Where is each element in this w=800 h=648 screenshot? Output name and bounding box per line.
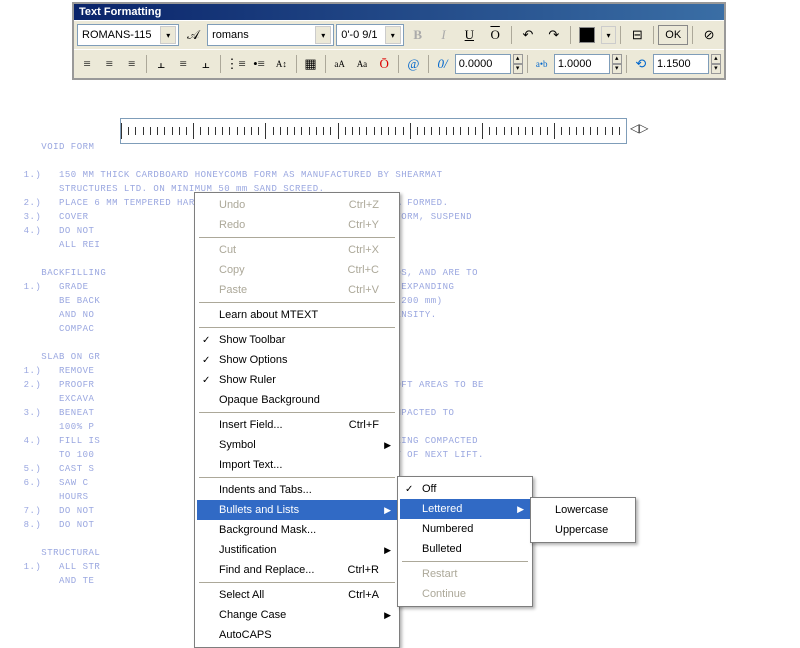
spinner[interactable]: ▴▾: [612, 54, 622, 74]
uppercase-button[interactable]: A↕: [271, 52, 291, 76]
menu-select-all[interactable]: Select AllCtrl+A: [197, 585, 397, 605]
submenu-lettered[interactable]: Lettered▶: [400, 499, 530, 519]
submenu-lettered: Lowercase Uppercase: [530, 497, 636, 543]
menu-justification[interactable]: Justification▶: [197, 540, 397, 560]
align-bottom-button[interactable]: ⫠: [195, 52, 215, 76]
align-top-button[interactable]: ⫠: [151, 52, 171, 76]
bullet-list-button[interactable]: •≡: [249, 52, 269, 76]
options-button[interactable]: ⊘: [697, 23, 721, 47]
redo-button[interactable]: ↷: [542, 23, 566, 47]
style-combo[interactable]: ROMANS-115 ▾: [77, 24, 179, 46]
menu-copy[interactable]: CopyCtrl+C: [197, 260, 397, 280]
oblique-button[interactable]: 0/: [432, 52, 452, 76]
ok-button[interactable]: OK: [658, 25, 688, 45]
width-input[interactable]: [653, 54, 709, 74]
numbered-list-button[interactable]: ⋮≡: [225, 52, 247, 76]
tracking-input[interactable]: [554, 54, 610, 74]
uppercase-convert-button[interactable]: aA: [329, 52, 349, 76]
width-factor-button[interactable]: ⟲: [631, 52, 651, 76]
menu-show-ruler[interactable]: ✓Show Ruler: [197, 370, 397, 390]
menu-change-case[interactable]: Change Case▶: [197, 605, 397, 625]
oblique-input[interactable]: [455, 54, 511, 74]
submenu-bullets: ✓Off Lettered▶ Numbered Bulleted Restart…: [397, 476, 533, 607]
spinner[interactable]: ▴▾: [513, 54, 523, 74]
submenu-restart[interactable]: Restart: [400, 564, 530, 584]
menu-undo[interactable]: UndoCtrl+Z: [197, 195, 397, 215]
lowercase-convert-button[interactable]: Aa: [352, 52, 372, 76]
underline-button[interactable]: U: [457, 23, 481, 47]
menu-opaque-background[interactable]: Opaque Background: [197, 390, 397, 410]
ruler-button[interactable]: ⊟: [625, 23, 649, 47]
menu-paste[interactable]: PasteCtrl+V: [197, 280, 397, 300]
font-combo[interactable]: romans ▾: [207, 24, 334, 46]
submenu-lowercase[interactable]: Lowercase: [533, 500, 633, 520]
menu-import-text[interactable]: Import Text...: [197, 455, 397, 475]
menu-bullets-lists[interactable]: Bullets and Lists▶: [197, 500, 397, 520]
toolbar-title: Text Formatting: [74, 4, 724, 20]
symbol-button[interactable]: @: [403, 52, 423, 76]
ruler-ticks: [121, 119, 626, 143]
bold-button[interactable]: B: [406, 23, 430, 47]
insert-field-button[interactable]: ▦: [300, 52, 320, 76]
chevron-down-icon[interactable]: ▾: [315, 26, 331, 44]
color-swatch[interactable]: [575, 23, 599, 47]
menu-learn-mtext[interactable]: Learn about MTEXT: [197, 305, 397, 325]
text-formatting-toolbar: Text Formatting ROMANS-115 ▾ 𝒜 romans ▾ …: [72, 2, 726, 80]
undo-button[interactable]: ↶: [516, 23, 540, 47]
height-combo[interactable]: 0'-0 9/1 ▾: [336, 24, 404, 46]
align-middle-button[interactable]: ≡: [173, 52, 193, 76]
chevron-down-icon[interactable]: ▾: [385, 26, 401, 44]
chevron-down-icon[interactable]: ▾: [160, 26, 176, 44]
menu-find-replace[interactable]: Find and Replace...Ctrl+R: [197, 560, 397, 580]
ruler[interactable]: [120, 118, 627, 144]
italic-button[interactable]: I: [432, 23, 456, 47]
align-center-button[interactable]: ≡: [99, 52, 119, 76]
submenu-uppercase[interactable]: Uppercase: [533, 520, 633, 540]
menu-indents-tabs[interactable]: Indents and Tabs...: [197, 480, 397, 500]
submenu-numbered[interactable]: Numbered: [400, 519, 530, 539]
spinner[interactable]: ▴▾: [711, 54, 721, 74]
chevron-down-icon[interactable]: ▾: [601, 26, 617, 44]
submenu-bulleted[interactable]: Bulleted: [400, 539, 530, 559]
align-right-button[interactable]: ≡: [122, 52, 142, 76]
overline-o-button[interactable]: Ō: [374, 52, 394, 76]
menu-cut[interactable]: CutCtrl+X: [197, 240, 397, 260]
menu-show-options[interactable]: ✓Show Options: [197, 350, 397, 370]
ruler-extend-arrows[interactable]: ◁▷: [630, 121, 648, 135]
menu-redo[interactable]: RedoCtrl+Y: [197, 215, 397, 235]
menu-insert-field[interactable]: Insert Field...Ctrl+F: [197, 415, 397, 435]
overline-button[interactable]: O: [483, 23, 507, 47]
context-menu: UndoCtrl+Z RedoCtrl+Y CutCtrl+X CopyCtrl…: [194, 192, 400, 648]
menu-show-toolbar[interactable]: ✓Show Toolbar: [197, 330, 397, 350]
submenu-continue[interactable]: Continue: [400, 584, 530, 604]
submenu-off[interactable]: ✓Off: [400, 479, 530, 499]
toolbar-row-2: ≡ ≡ ≡ ⫠ ≡ ⫠ ⋮≡ •≡ A↕ ▦ aA Aa Ō @ 0/ ▴▾ a…: [74, 49, 724, 78]
menu-symbol[interactable]: Symbol▶: [197, 435, 397, 455]
tracking-button[interactable]: a•b: [532, 52, 552, 76]
align-left-button[interactable]: ≡: [77, 52, 97, 76]
menu-background-mask[interactable]: Background Mask...: [197, 520, 397, 540]
menu-autocaps[interactable]: AutoCAPS: [197, 625, 397, 645]
font-icon: 𝒜: [181, 23, 205, 47]
toolbar-row-1: ROMANS-115 ▾ 𝒜 romans ▾ 0'-0 9/1 ▾ B I U…: [74, 20, 724, 49]
